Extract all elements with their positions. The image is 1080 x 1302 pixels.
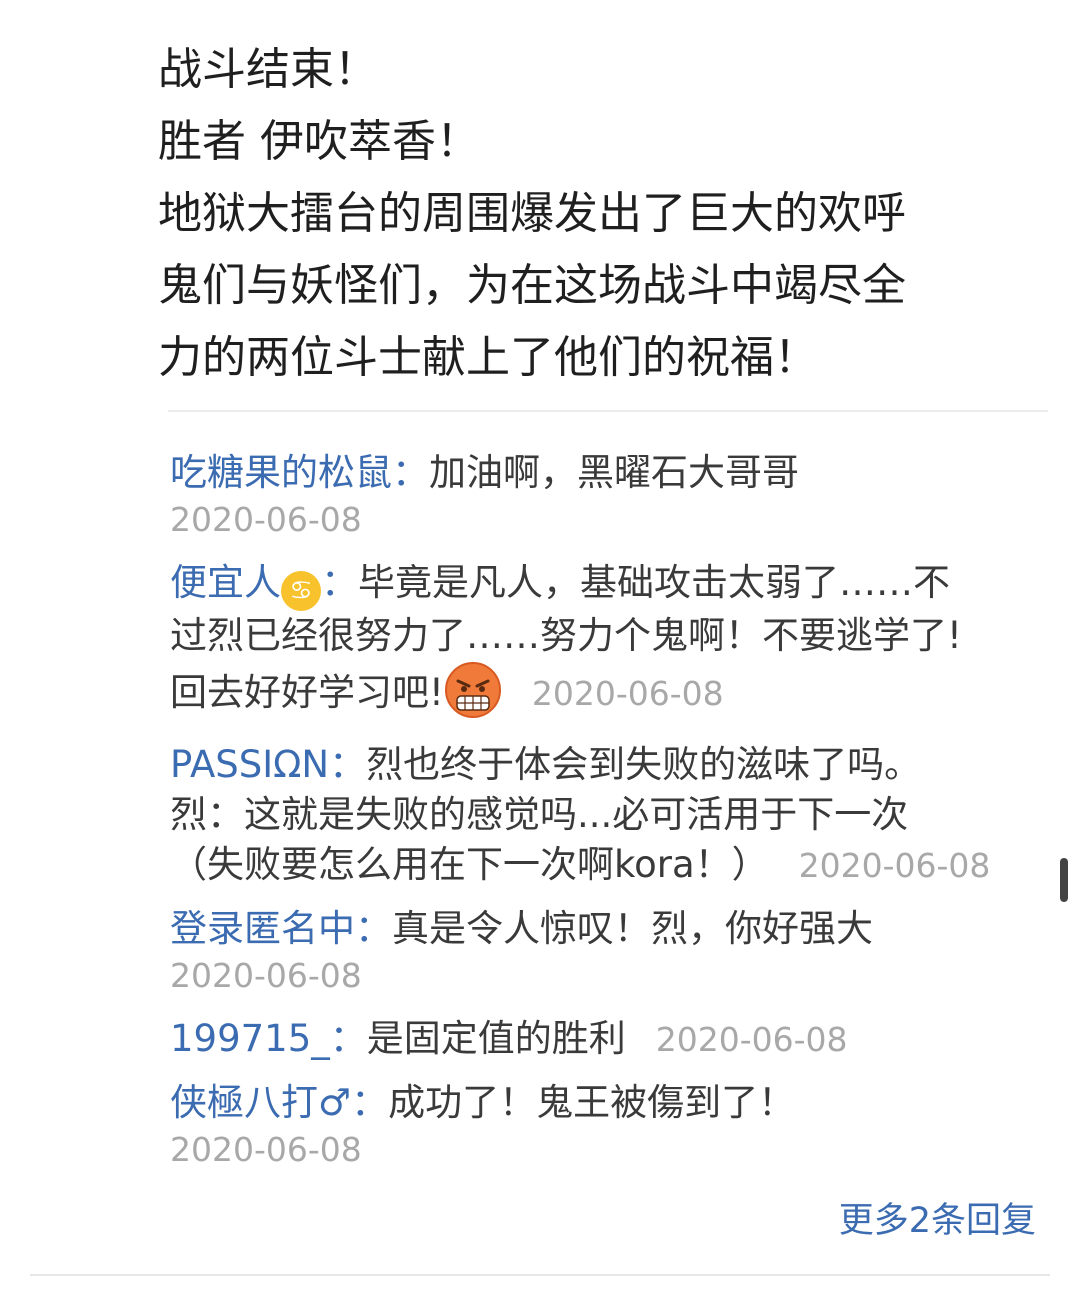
reply-separator: ：	[355, 907, 392, 950]
post-line: 胜者 伊吹萃香！	[158, 116, 480, 167]
reply-item[interactable]: 登录匿名中：真是令人惊叹！烈，你好强大 2020-06-08	[170, 904, 1040, 998]
post-line: 战斗结束！	[158, 44, 378, 95]
reply-date: 2020-06-08	[170, 500, 362, 539]
cancer-zodiac-emoji-icon: ♋	[281, 571, 321, 611]
reply-date: 2020-06-08	[531, 674, 724, 713]
angry-face-emoji-icon	[444, 661, 502, 719]
reply-item[interactable]: 199715_：是固定值的胜利 2020-06-08	[170, 1014, 1040, 1065]
reply-author[interactable]: 登录匿名中	[170, 907, 355, 950]
reply-section-divider	[168, 410, 1048, 412]
reply-text: 烈：这就是失败的感觉吗...必可活用于下一次	[170, 793, 909, 836]
reply-separator: ：	[329, 743, 367, 786]
post-line: 鬼们与妖怪们，为在这场战斗中竭尽全	[158, 260, 906, 311]
reply-text: 加油啊，黑曜石大哥哥	[429, 451, 799, 494]
reply-text: 真是令人惊叹！烈，你好强大	[392, 907, 873, 950]
reply-item[interactable]: PASSIΩN：烈也终于体会到失败的滋味了吗。 烈：这就是失败的感觉吗...必可…	[170, 740, 1040, 891]
reply-date: 2020-06-08	[170, 1130, 362, 1169]
reply-item[interactable]: 吃糖果的松鼠：加油啊，黑曜石大哥哥 2020-06-08	[170, 448, 1040, 542]
reply-author[interactable]: 侠極八打♂	[170, 1081, 351, 1124]
reply-text: 回去好好学习吧!	[170, 671, 444, 714]
reply-date: 2020-06-08	[798, 846, 991, 885]
reply-separator: ：	[321, 561, 358, 604]
reply-separator: ：	[351, 1081, 389, 1124]
reply-author[interactable]: 便宜人	[170, 561, 281, 604]
reply-author[interactable]: 吃糖果的松鼠	[170, 451, 392, 494]
scrollbar-thumb[interactable]	[1060, 858, 1068, 902]
post-line: 地狱大擂台的周围爆发出了巨大的欢呼	[158, 188, 906, 239]
reply-text: 毕竟是凡人，基础攻击太弱了……不	[358, 561, 950, 604]
reply-date: 2020-06-08	[655, 1020, 848, 1059]
reply-text: 成功了！鬼王被傷到了！	[388, 1081, 796, 1124]
reply-author[interactable]: 199715_	[170, 1017, 330, 1060]
reply-text: 是固定值的胜利	[366, 1017, 626, 1060]
reply-author[interactable]: PASSIΩN	[170, 743, 329, 786]
reply-text: 过烈已经很努力了……努力个鬼啊！不要逃学了!	[170, 614, 962, 657]
post-line: 力的两位斗士献上了他们的祝福！	[158, 332, 818, 383]
reply-separator: ：	[392, 451, 429, 494]
reply-item[interactable]: 侠極八打♂：成功了！鬼王被傷到了！ 2020-06-08	[170, 1078, 1040, 1172]
reply-text: （失败要怎么用在下一次啊kora！）	[170, 843, 769, 886]
post-body: 战斗结束！ 胜者 伊吹萃香！ 地狱大擂台的周围爆发出了巨大的欢呼 鬼们与妖怪们，…	[158, 34, 1038, 394]
more-replies-link[interactable]: 更多2条回复	[839, 1192, 1036, 1243]
reply-text: 烈也终于体会到失败的滋味了吗。	[366, 743, 922, 786]
reply-separator: ：	[329, 1017, 367, 1060]
reply-date: 2020-06-08	[170, 956, 362, 995]
reply-item[interactable]: 便宜人 ♋ ：毕竟是凡人，基础攻击太弱了……不 过烈已经很努力了……努力个鬼啊！不要…	[170, 558, 1040, 719]
post-bottom-divider	[30, 1274, 1050, 1276]
